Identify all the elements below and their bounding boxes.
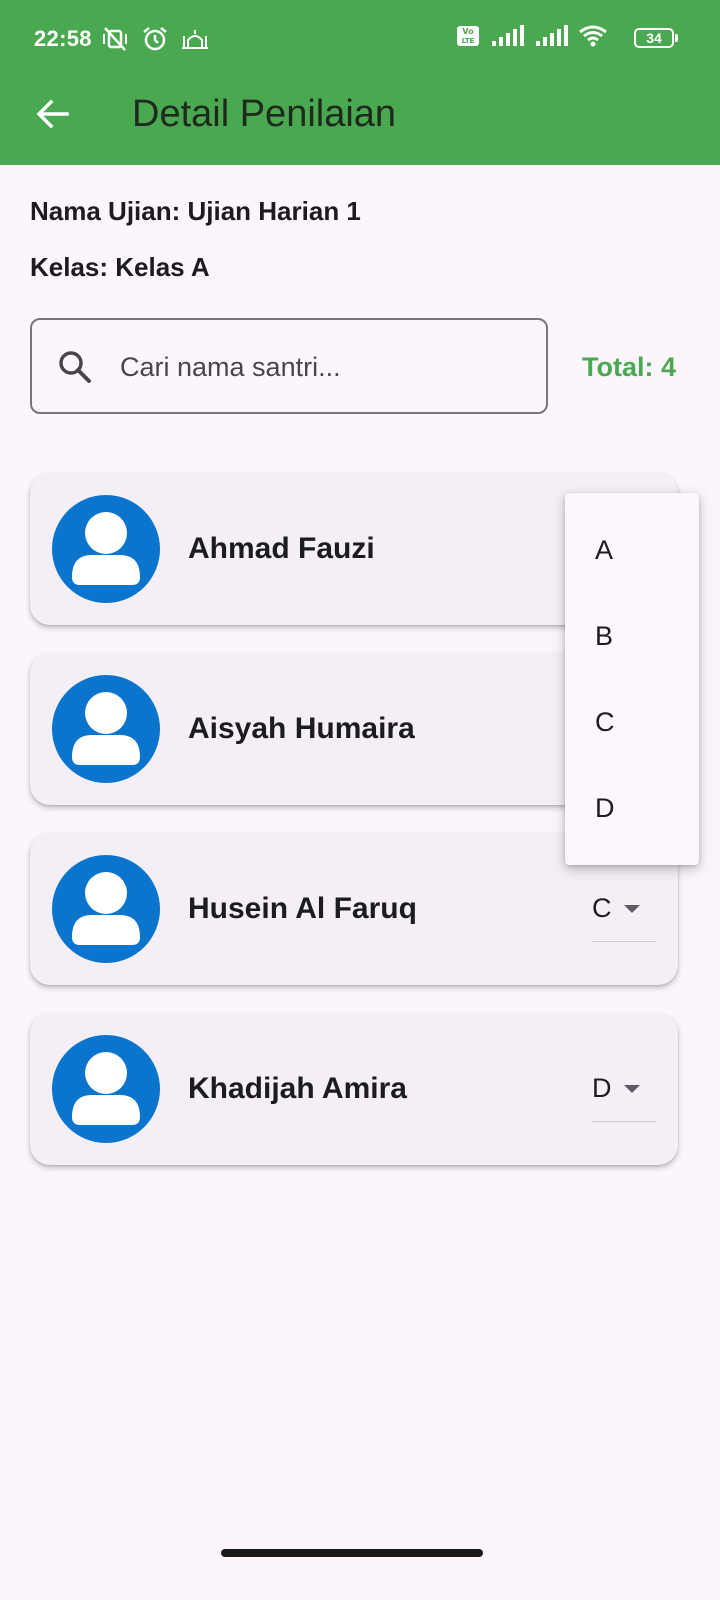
- student-name: Husein Al Faruq: [188, 892, 417, 925]
- status-time: 22:58: [34, 26, 92, 51]
- caret-down-icon: [624, 1085, 640, 1093]
- mute-vibrate-icon: [103, 27, 127, 51]
- grade-dropdown-menu: A B C D: [565, 493, 699, 865]
- signal-icon: [536, 25, 568, 46]
- grade-option-label: D: [595, 793, 615, 823]
- grade-option-label: A: [595, 535, 614, 565]
- volte-icon: Vo LTE: [457, 26, 479, 46]
- svg-text:Vo: Vo: [462, 27, 474, 36]
- student-card[interactable]: Khadijah Amira D: [30, 1013, 678, 1165]
- grade-dropdown[interactable]: C: [592, 879, 656, 942]
- student-name: Ahmad Fauzi: [188, 532, 375, 565]
- grade-value: D: [592, 1073, 612, 1103]
- back-button[interactable]: [26, 88, 78, 140]
- student-name: Aisyah Humaira: [188, 712, 415, 745]
- status-notification-icons: [100, 24, 210, 54]
- class-name-label: Kelas: Kelas A: [30, 252, 210, 282]
- page-title: Detail Penilaian: [132, 93, 397, 135]
- arrow-back-icon: [36, 99, 69, 129]
- total-count: Total: 4: [582, 352, 676, 382]
- grade-option-b[interactable]: B: [565, 593, 699, 679]
- person-icon: [72, 512, 140, 585]
- student-name: Khadijah Amira: [188, 1072, 407, 1105]
- grade-option-a[interactable]: A: [565, 507, 699, 593]
- signal-icon: [492, 25, 524, 46]
- person-icon: [72, 692, 140, 765]
- avatar: [52, 675, 160, 783]
- home-indicator[interactable]: [221, 1549, 483, 1557]
- battery-tip: [675, 34, 678, 42]
- avatar: [52, 495, 160, 603]
- status-bar: 22:58 Vo LTE 34: [0, 0, 720, 80]
- grade-option-label: C: [595, 707, 615, 737]
- svg-text:LTE: LTE: [462, 37, 475, 45]
- caret-down-icon: [624, 905, 640, 913]
- alarm-icon: [143, 27, 167, 51]
- mosque-icon: [182, 30, 208, 49]
- search-input[interactable]: [118, 338, 532, 396]
- search-field[interactable]: [30, 318, 548, 414]
- avatar: [52, 1035, 160, 1143]
- grade-option-label: B: [595, 621, 614, 651]
- grade-value: C: [592, 893, 612, 923]
- wifi-icon: [579, 25, 607, 47]
- person-icon: [72, 1052, 140, 1125]
- battery-icon: 34: [634, 28, 674, 48]
- grade-dropdown[interactable]: D: [592, 1059, 656, 1122]
- grade-option-d[interactable]: D: [565, 765, 699, 851]
- search-icon: [59, 351, 91, 383]
- person-icon: [72, 872, 140, 945]
- exam-name-label: Nama Ujian: Ujian Harian 1: [30, 196, 361, 226]
- grade-option-c[interactable]: C: [565, 679, 699, 765]
- avatar: [52, 855, 160, 963]
- app-bar: 22:58 Vo LTE 34 Detail Penilaian: [0, 0, 720, 165]
